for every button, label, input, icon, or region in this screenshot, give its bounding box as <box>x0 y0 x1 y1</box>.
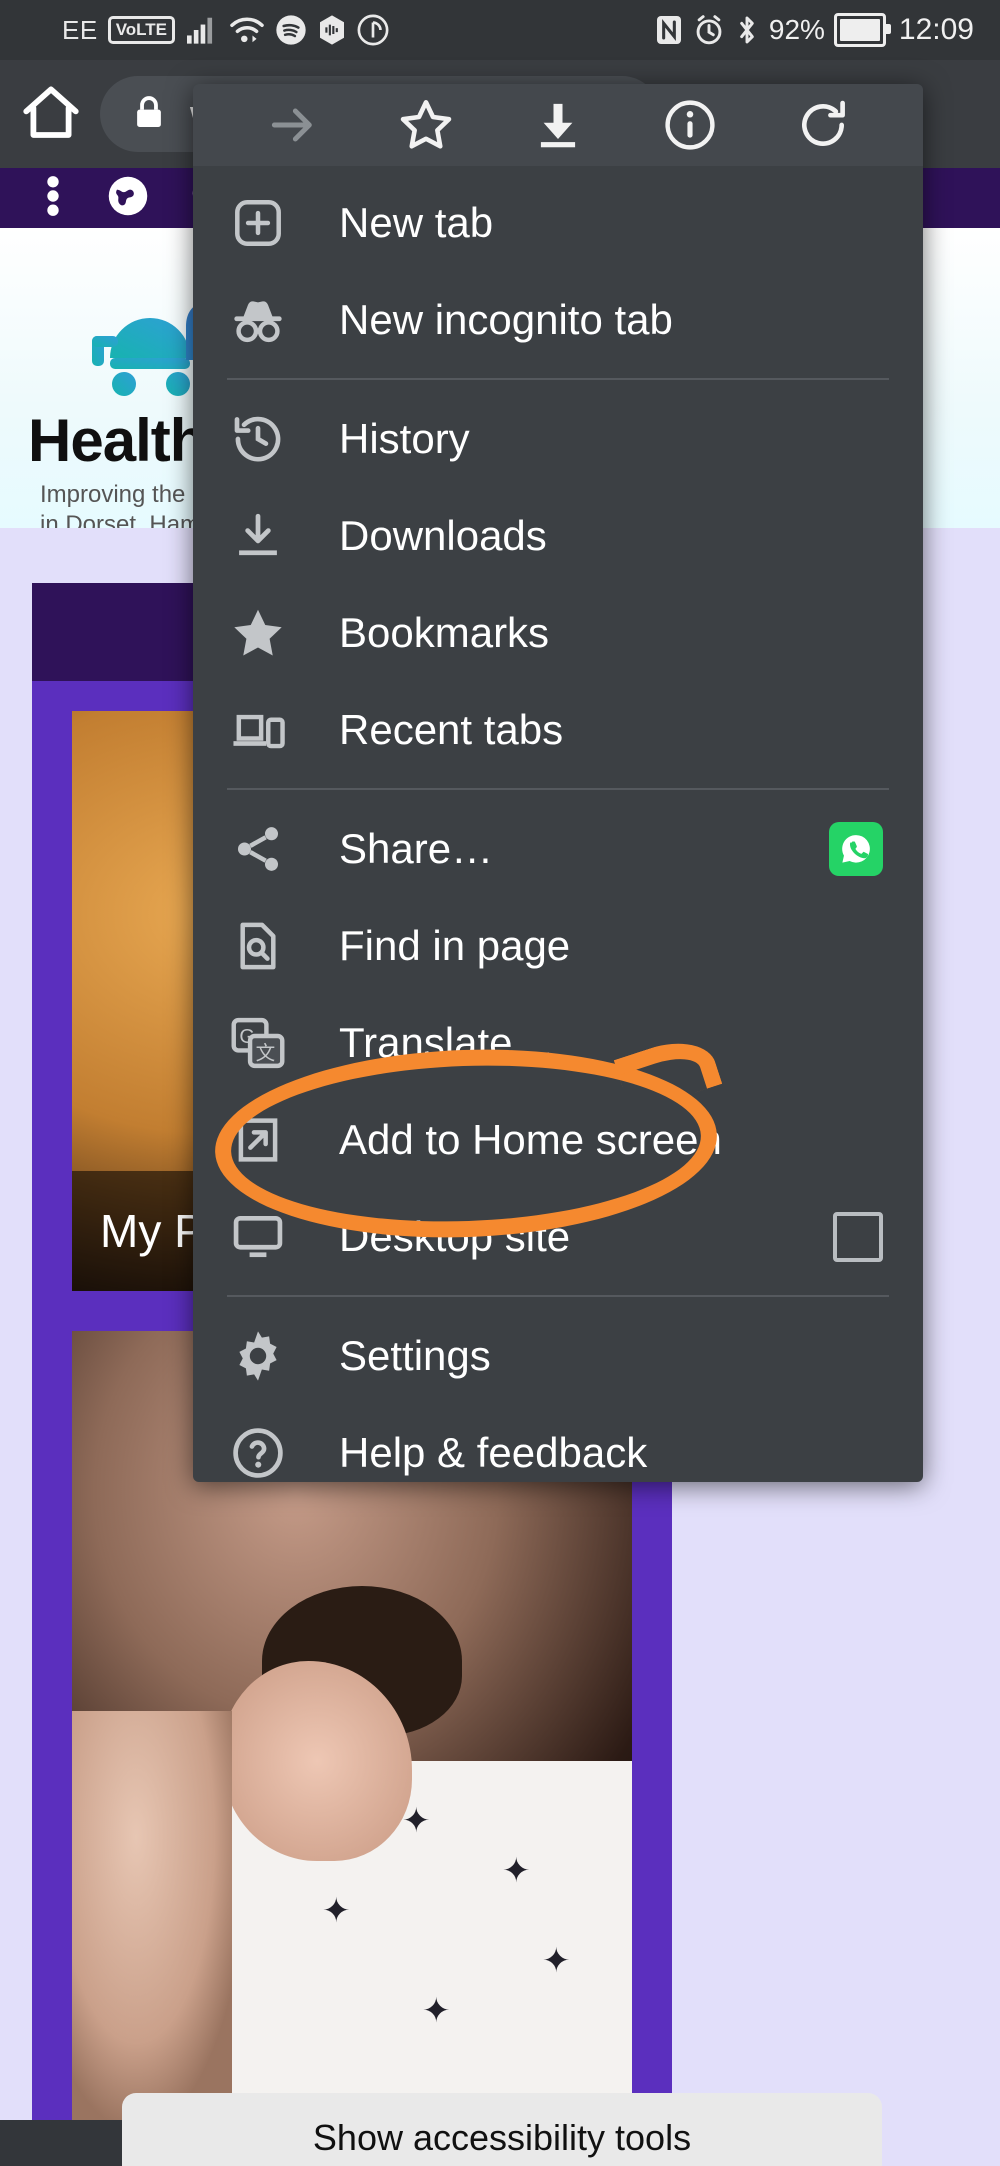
accessibility-toast-label: Show accessibility tools <box>312 2117 692 2158</box>
nfc-icon <box>654 14 684 46</box>
menu-item-find-in-page[interactable]: Find in page <box>193 897 923 994</box>
volte-badge: VoLTE <box>107 16 175 44</box>
checkbox-unchecked-icon <box>833 1211 883 1262</box>
star-filled-icon <box>227 602 289 664</box>
battery-icon <box>833 13 891 47</box>
desktop-site-icon <box>227 1206 289 1268</box>
status-bar-left: EE VoLTE <box>62 14 389 46</box>
menu-item-help-feedback[interactable]: Help & feedback <box>193 1404 923 1482</box>
menu-item-label: Settings <box>339 1331 491 1379</box>
menu-item-label: Downloads <box>339 511 547 559</box>
new-tab-icon <box>227 192 289 254</box>
clock-label: 12:09 <box>898 13 974 46</box>
menu-item-label: New incognito tab <box>339 295 673 343</box>
menu-item-new-incognito-tab[interactable]: New incognito tab <box>193 271 923 368</box>
menu-item-translate[interactable]: G 文 Translate… <box>193 994 923 1091</box>
status-bar-right: 92% 12:09 <box>654 13 974 47</box>
browser-overflow-menu: New tab New incognito tab History Downlo… <box>193 84 923 1482</box>
menu-item-add-to-home-screen[interactable]: Add to Home screen <box>193 1091 923 1188</box>
menu-item-label: Bookmarks <box>339 608 550 656</box>
downloads-icon <box>227 505 289 567</box>
accessibility-toast[interactable]: Show accessibility tools <box>122 2093 882 2166</box>
menu-divider-1 <box>227 378 889 380</box>
bluetooth-icon <box>734 14 760 46</box>
wifi-icon <box>229 15 265 45</box>
menu-top-action-row <box>193 84 923 166</box>
menu-item-list: New tab New incognito tab History Downlo… <box>193 166 923 1482</box>
menu-item-new-tab[interactable]: New tab <box>193 174 923 271</box>
help-circle-icon <box>227 1422 289 1483</box>
g-circle-icon <box>357 14 389 46</box>
whatsapp-icon <box>829 821 883 876</box>
menu-item-label: History <box>339 414 470 462</box>
download-button[interactable] <box>521 88 595 162</box>
desktop-site-checkbox[interactable] <box>833 1211 883 1262</box>
phone-screen: EE VoLTE 92% 12:09 Healthier T Improving… <box>0 0 1000 2166</box>
menu-item-share[interactable]: Share… <box>193 800 923 897</box>
menu-item-downloads[interactable]: Downloads <box>193 487 923 584</box>
menu-item-label: Translate… <box>339 1018 555 1066</box>
menu-item-label: Desktop site <box>339 1212 571 1260</box>
menu-item-label: Find in page <box>339 921 571 969</box>
lock-icon <box>130 93 168 136</box>
page-info-button[interactable] <box>653 88 727 162</box>
menu-item-label: Add to Home screen <box>339 1115 722 1163</box>
alarm-icon <box>693 14 725 46</box>
signal-bars-icon <box>185 15 219 45</box>
menu-item-bookmarks[interactable]: Bookmarks <box>193 584 923 681</box>
recent-tabs-icon <box>227 699 289 761</box>
bookmark-button[interactable] <box>389 88 463 162</box>
menu-item-label: New tab <box>339 198 494 246</box>
find-in-page-icon <box>227 915 289 977</box>
incognito-icon <box>227 289 289 351</box>
menu-item-desktop-site[interactable]: Desktop site <box>193 1188 923 1285</box>
overflow-menu-icon[interactable] <box>38 174 68 223</box>
menu-item-recent-tabs[interactable]: Recent tabs <box>193 681 923 778</box>
menu-divider-3 <box>227 1295 889 1297</box>
home-icon[interactable] <box>18 80 84 151</box>
history-icon <box>227 408 289 470</box>
menu-item-label: Recent tabs <box>339 705 564 753</box>
translate-icon: G 文 <box>227 1012 289 1074</box>
carrier-label: EE <box>62 14 98 45</box>
share-target-whatsapp[interactable] <box>829 821 883 876</box>
status-bar: EE VoLTE 92% 12:09 <box>0 0 1000 60</box>
svg-text:文: 文 <box>256 1042 276 1064</box>
battery-percent-label: 92% <box>768 14 825 45</box>
forward-button[interactable] <box>256 88 330 162</box>
menu-divider-2 <box>227 788 889 790</box>
add-to-home-screen-icon <box>227 1109 289 1171</box>
globe-icon[interactable] <box>106 174 150 223</box>
menu-item-settings[interactable]: Settings <box>193 1307 923 1404</box>
audio-wave-icon <box>317 14 347 46</box>
gear-icon <box>227 1325 289 1387</box>
menu-item-history[interactable]: History <box>193 390 923 487</box>
menu-item-label: Share… <box>339 824 494 872</box>
nav-stub <box>0 2120 122 2166</box>
reload-button[interactable] <box>786 88 860 162</box>
menu-item-label: Help & feedback <box>339 1428 648 1476</box>
share-icon <box>227 818 289 880</box>
spotify-icon <box>275 14 307 46</box>
